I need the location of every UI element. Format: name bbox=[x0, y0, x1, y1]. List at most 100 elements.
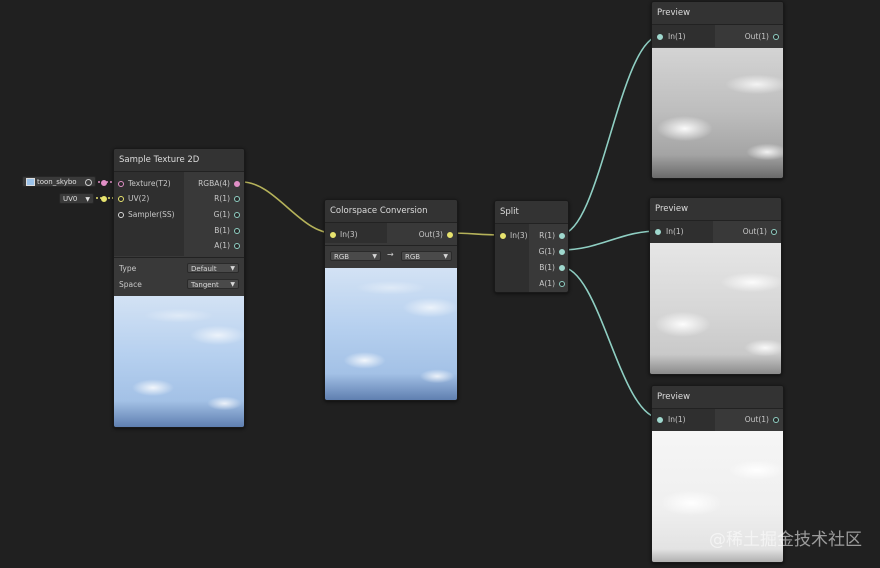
output-g[interactable]: G(1) bbox=[531, 245, 567, 259]
uv-property-port[interactable] bbox=[101, 196, 107, 202]
port-label: UV(2) bbox=[128, 194, 150, 203]
port-label: In(1) bbox=[666, 227, 684, 236]
port-dot[interactable] bbox=[118, 212, 124, 218]
port-label: Out(1) bbox=[744, 415, 769, 424]
output-out[interactable]: Out(1) bbox=[717, 413, 781, 427]
colorspace-conversion-node[interactable]: Colorspace Conversion In(3) Out(3) RGB ▼ … bbox=[324, 199, 458, 401]
output-a[interactable]: A(1) bbox=[531, 277, 567, 291]
node-title[interactable]: Preview bbox=[650, 198, 781, 221]
node-title[interactable]: Preview bbox=[652, 386, 783, 409]
port-label: R(1) bbox=[214, 194, 230, 203]
port-label: A(1) bbox=[214, 241, 230, 250]
output-r[interactable]: R(1) bbox=[186, 192, 242, 206]
port-dot[interactable] bbox=[773, 34, 779, 40]
port-dot[interactable] bbox=[773, 417, 779, 423]
port-dot[interactable] bbox=[559, 281, 565, 287]
input-in[interactable]: In(1) bbox=[650, 225, 713, 239]
node-title[interactable]: Split bbox=[495, 201, 568, 224]
port-label: R(1) bbox=[539, 231, 555, 240]
watermark: @稀土掘金技术社区 bbox=[709, 530, 862, 550]
target-icon[interactable] bbox=[85, 179, 92, 186]
texture-property-input[interactable]: toon_skybo bbox=[22, 176, 96, 187]
port-label: Sampler(SS) bbox=[128, 210, 175, 219]
port-label: Out(1) bbox=[744, 32, 769, 41]
port-dot[interactable] bbox=[559, 265, 565, 271]
settings-divider bbox=[325, 245, 457, 246]
wire-r-to-preview1 bbox=[560, 35, 661, 235]
output-rgba[interactable]: RGBA(4) bbox=[186, 177, 242, 191]
port-dot[interactable] bbox=[118, 196, 124, 202]
port-dot[interactable] bbox=[771, 229, 777, 235]
graph-canvas[interactable]: toon_skybo UV0 ▼ Sample Texture 2D Textu… bbox=[0, 0, 880, 568]
port-dot[interactable] bbox=[559, 233, 565, 239]
port-label: In(3) bbox=[340, 230, 358, 239]
type-dropdown[interactable]: Default ▼ bbox=[187, 263, 239, 273]
port-dot[interactable] bbox=[447, 232, 453, 238]
texture-icon bbox=[26, 178, 35, 186]
from-value: RGB bbox=[334, 253, 350, 261]
port-dot[interactable] bbox=[657, 34, 663, 40]
sample-texture-2d-node[interactable]: Sample Texture 2D Texture(T2) UV(2) Samp… bbox=[113, 148, 245, 428]
output-r[interactable]: R(1) bbox=[531, 229, 567, 243]
input-uv[interactable]: UV(2) bbox=[114, 192, 184, 206]
port-label: B(1) bbox=[539, 263, 555, 272]
node-title[interactable]: Colorspace Conversion bbox=[325, 200, 457, 223]
texture-property-name: toon_skybo bbox=[37, 178, 77, 186]
arrow-right-icon: → bbox=[387, 250, 394, 259]
chevron-down-icon: ▼ bbox=[85, 196, 90, 203]
output-a[interactable]: A(1) bbox=[186, 239, 242, 253]
from-colorspace-dropdown[interactable]: RGB ▼ bbox=[330, 251, 381, 261]
type-value: Default bbox=[191, 265, 217, 273]
port-label: G(1) bbox=[213, 210, 230, 219]
settings-divider bbox=[114, 257, 244, 258]
chevron-down-icon: ▼ bbox=[230, 281, 235, 288]
output-g[interactable]: G(1) bbox=[186, 208, 242, 222]
port-dot[interactable] bbox=[234, 228, 240, 234]
port-label: RGBA(4) bbox=[198, 179, 230, 188]
input-sampler[interactable]: Sampler(SS) bbox=[114, 208, 184, 222]
port-dot[interactable] bbox=[655, 229, 661, 235]
input-in[interactable]: In(1) bbox=[652, 413, 715, 427]
port-dot[interactable] bbox=[500, 233, 506, 239]
port-label: Out(1) bbox=[742, 227, 767, 236]
split-node[interactable]: Split In(3) R(1) G(1) B(1) A(1) bbox=[494, 200, 569, 293]
output-b[interactable]: B(1) bbox=[186, 224, 242, 238]
port-label: B(1) bbox=[214, 226, 230, 235]
preview-node-g[interactable]: Preview In(1) Out(1) bbox=[649, 197, 782, 375]
preview-image bbox=[650, 243, 781, 374]
port-label: Texture(T2) bbox=[128, 179, 171, 188]
port-dot[interactable] bbox=[234, 181, 240, 187]
chevron-down-icon: ▼ bbox=[372, 253, 377, 260]
input-texture[interactable]: Texture(T2) bbox=[114, 177, 184, 191]
output-out[interactable]: Out(1) bbox=[715, 225, 779, 239]
port-dot[interactable] bbox=[234, 243, 240, 249]
preview-image bbox=[652, 48, 783, 178]
port-dot[interactable] bbox=[657, 417, 663, 423]
node-title[interactable]: Sample Texture 2D bbox=[114, 149, 244, 172]
uv-property-input[interactable]: UV0 ▼ bbox=[59, 193, 94, 204]
port-dot[interactable] bbox=[330, 232, 336, 238]
port-dot[interactable] bbox=[559, 249, 565, 255]
chevron-down-icon: ▼ bbox=[230, 265, 235, 272]
port-dot[interactable] bbox=[234, 196, 240, 202]
texture-property-port[interactable] bbox=[101, 180, 107, 186]
input-in[interactable]: In(1) bbox=[652, 30, 715, 44]
port-dot[interactable] bbox=[118, 181, 124, 187]
space-dropdown[interactable]: Tangent ▼ bbox=[187, 279, 239, 289]
to-colorspace-dropdown[interactable]: RGB ▼ bbox=[401, 251, 452, 261]
preview-node-r[interactable]: Preview In(1) Out(1) bbox=[651, 1, 784, 179]
space-label: Space bbox=[119, 280, 142, 289]
port-dot[interactable] bbox=[234, 212, 240, 218]
output-b[interactable]: B(1) bbox=[531, 261, 567, 275]
node-title[interactable]: Preview bbox=[652, 2, 783, 25]
wire-g-to-preview2 bbox=[560, 230, 659, 251]
input-in[interactable]: In(3) bbox=[495, 229, 529, 243]
input-in[interactable]: In(3) bbox=[325, 228, 387, 242]
port-label: A(1) bbox=[539, 279, 555, 288]
to-value: RGB bbox=[405, 253, 421, 261]
output-out[interactable]: Out(1) bbox=[717, 30, 781, 44]
output-out[interactable]: Out(3) bbox=[389, 228, 455, 242]
port-label: G(1) bbox=[538, 247, 555, 256]
chevron-down-icon: ▼ bbox=[443, 253, 448, 260]
uv-value: UV0 bbox=[63, 195, 78, 203]
